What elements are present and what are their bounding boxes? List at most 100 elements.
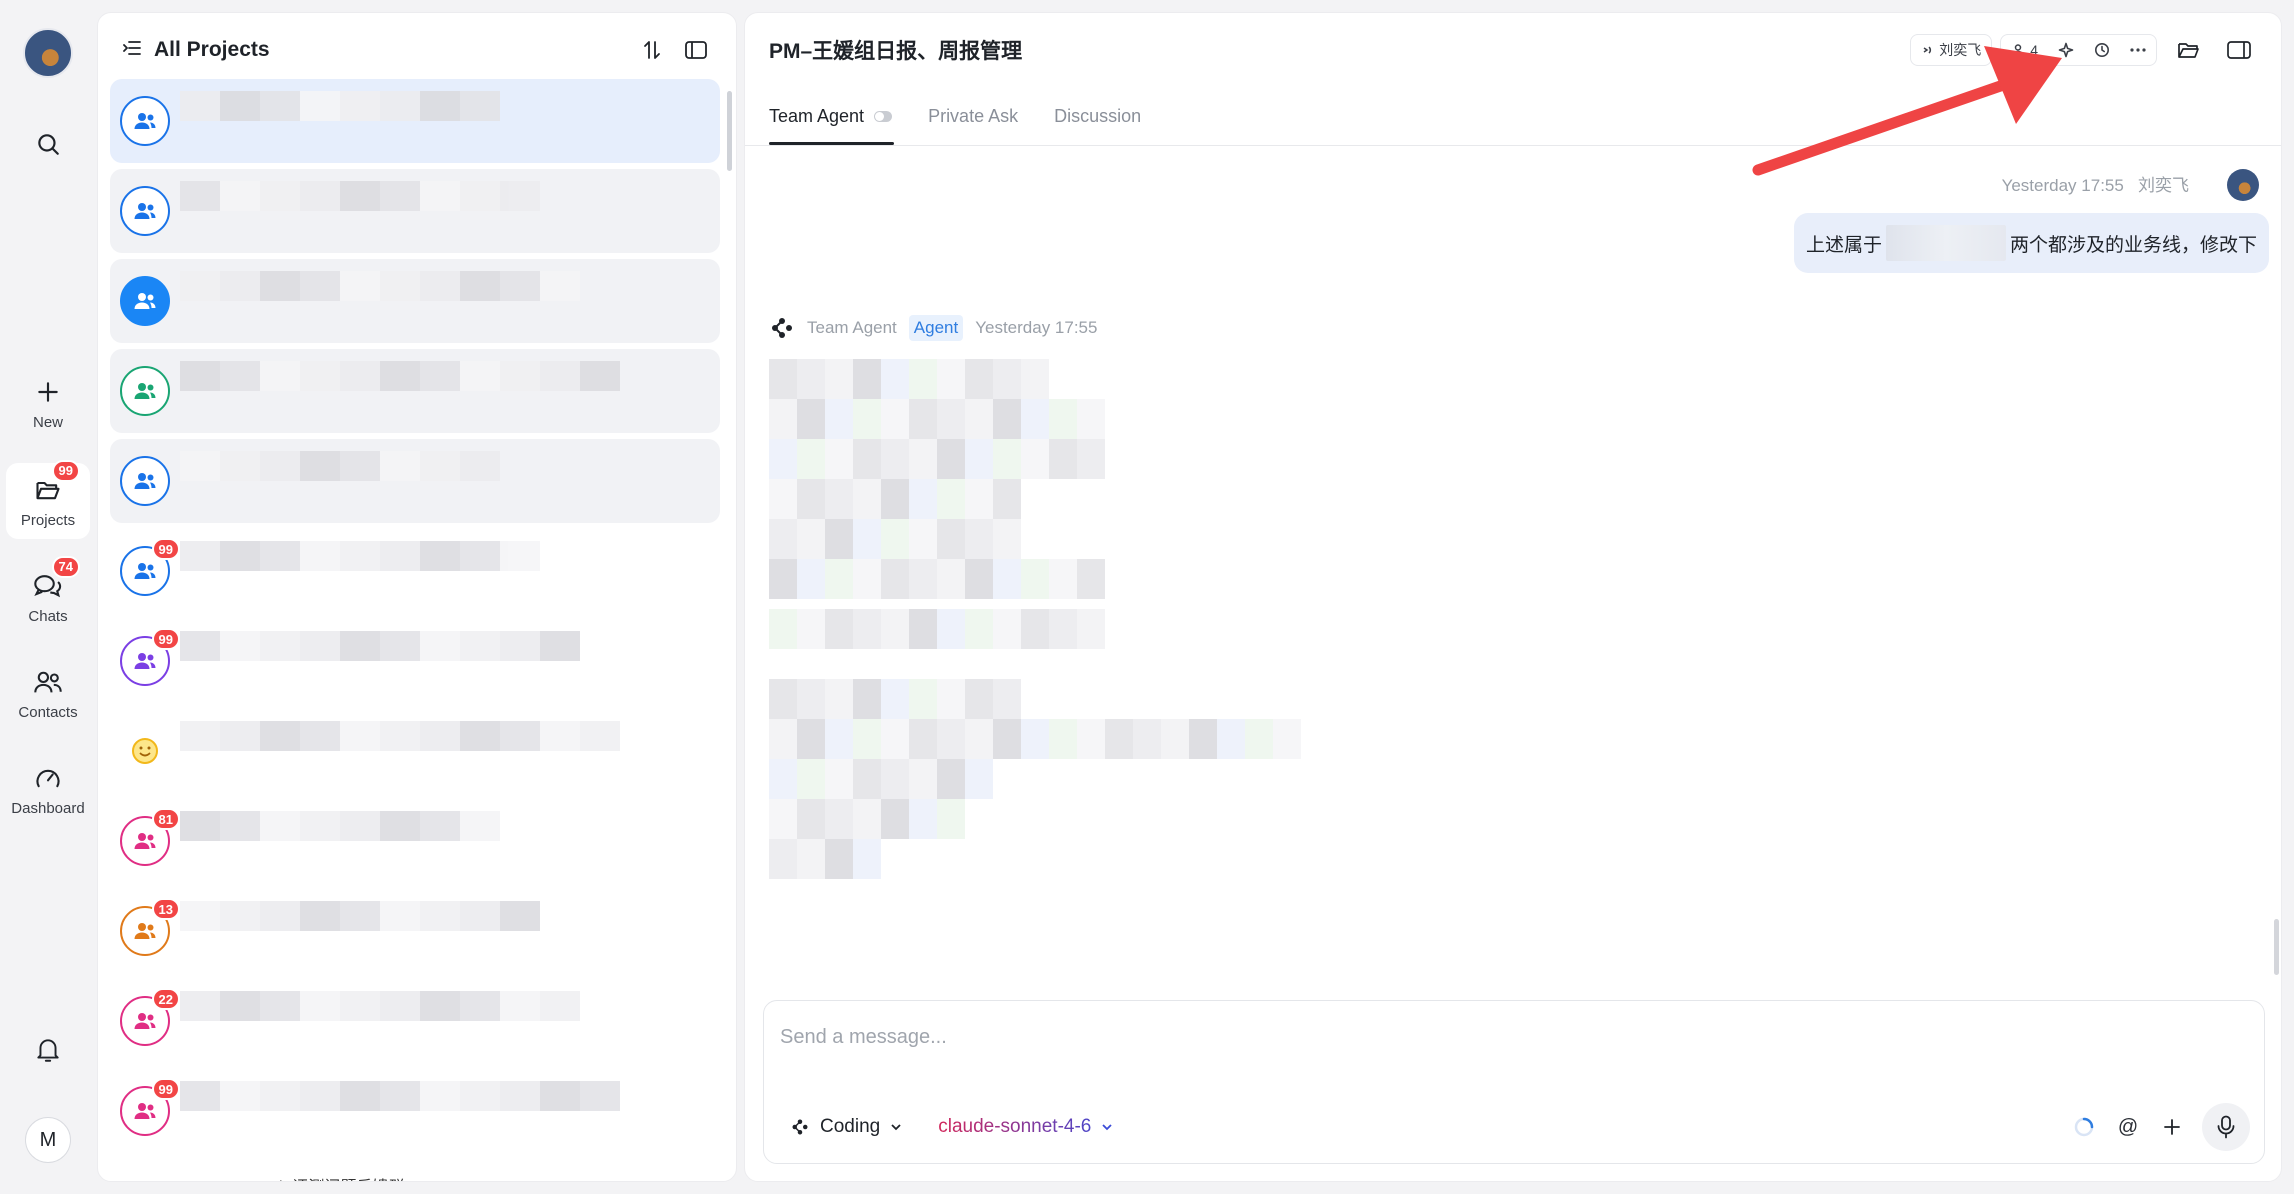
message-text-end: 两个都涉及的业务线，修改下 [2009,234,2257,256]
project-item[interactable]: 81 [110,799,720,883]
message-time: Yesterday 17:55 [2001,176,2124,195]
group-icon [134,203,156,219]
mention-button[interactable]: @ [2110,1109,2146,1145]
mode-label: Coding [820,1116,881,1137]
project-name-redacted [180,721,720,781]
model-selector[interactable]: claude-sonnet-4-6 [938,1116,1113,1138]
project-name-redacted [180,271,720,331]
chevron-down-icon [891,1124,901,1131]
agent-message-meta: Team Agent Agent Yesterday 17:55 [769,313,1097,343]
rail-item-projects[interactable]: 99 Projects [6,459,90,539]
history-button[interactable] [2084,34,2120,66]
list-collapse-icon[interactable] [122,39,142,62]
message-input[interactable] [780,1019,1980,1055]
projects-header: All Projects [98,13,736,87]
unread-badge: 99 [151,1078,180,1100]
project-item[interactable] [110,349,720,433]
rail-item-label: New [32,413,63,431]
agent-logo-icon [772,318,792,338]
rail-item-chats[interactable]: 74 Chats [6,555,90,635]
composer-toolbar: Coding claude-sonnet-4-6 @ [790,1103,2250,1151]
user-message-meta: Yesterday 17:55 刘奕飞 [2002,171,2189,196]
agent-toggle[interactable] [874,110,893,122]
user-avatar[interactable] [23,28,73,78]
agent-logo-icon [792,1119,808,1135]
project-item[interactable] [110,79,720,163]
group-icon [134,653,156,669]
chat-tabs: Team Agent Private Ask Discussion [769,87,1141,145]
project-item[interactable]: 99 [110,529,720,613]
group-avatar [120,186,170,236]
more-button[interactable] [2120,34,2156,66]
owner-name: 刘奕飞 [1939,42,1982,58]
project-item[interactable] [110,259,720,343]
panel-right-icon[interactable] [2221,34,2257,66]
group-icon [134,293,156,309]
profile-button[interactable]: M [25,1117,71,1163]
sparkle-button[interactable] [2048,34,2084,66]
tab-team-agent[interactable]: Team Agent [769,87,895,145]
tab-private-ask[interactable]: Private Ask [928,87,1018,145]
project-title: PM–王媛组日报、周报管理 [769,40,1023,63]
group-avatar [120,96,170,146]
project-name-redacted [180,631,720,691]
members-button[interactable]: 4 [2001,34,2048,66]
chat-header: PM–王媛组日报、周报管理 刘奕飞 4 [745,13,2281,87]
bell-icon[interactable] [28,1030,68,1070]
gauge-icon [32,762,64,794]
project-name-redacted [180,181,720,241]
project-item[interactable] [110,709,720,793]
unread-badge: 99 [151,538,180,560]
rail-item-new[interactable]: New [6,365,90,441]
mode-selector[interactable]: Coding [790,1116,902,1138]
group-icon [134,563,156,579]
chat-scrollbar[interactable] [2274,919,2279,975]
folder-open-icon: 99 [32,459,80,506]
unread-badge: 81 [151,808,180,830]
chevron-down-icon [1102,1124,1113,1131]
tab-discussion[interactable]: Discussion [1054,87,1141,145]
project-name-redacted [180,991,720,1051]
project-name-redacted [180,541,720,601]
group-icon [134,383,156,399]
sort-icon[interactable] [636,34,668,66]
chat-bubbles-icon: 74 [32,555,80,602]
project-list-scrollbar[interactable] [727,91,732,171]
person-icon [2012,44,2024,57]
tab-label: Discussion [1054,105,1142,126]
rail-item-label: Dashboard [11,799,85,817]
member-count: 4 [2030,42,2038,58]
project-name-partial: GP Web 评测问题反馈群 [228,1173,404,1181]
redacted-text [1885,225,2006,261]
sparkle-icon [2058,42,2074,58]
project-name-redacted [180,901,720,961]
microphone-icon [2217,1115,2235,1139]
project-item[interactable] [110,439,720,523]
loading-spinner-icon [2066,1109,2102,1145]
group-avatar [120,366,170,416]
agent-name: Team Agent [807,318,897,337]
search-icon[interactable] [28,124,68,164]
sidebar-toggle-icon[interactable] [680,34,712,66]
group-icon [134,113,156,129]
smiley-avatar [120,726,170,776]
project-item[interactable]: 22 [110,979,720,1063]
left-rail: New 99 Projects 74 Chats Contacts Dashbo… [0,0,96,1194]
project-name-redacted [180,91,720,151]
project-item[interactable]: 99 [110,619,720,703]
project-item[interactable]: 13 [110,889,720,973]
group-avatar: 13 [120,898,180,956]
project-item[interactable] [110,169,720,253]
folder-icon[interactable] [2171,34,2207,66]
voice-input-button[interactable] [2202,1103,2250,1151]
model-label: claude-sonnet-4-6 [938,1116,1092,1137]
rail-item-dashboard[interactable]: Dashboard [6,751,90,827]
rail-item-contacts[interactable]: Contacts [6,655,90,731]
owner-chip[interactable]: 刘奕飞 [1910,34,1993,66]
plus-icon [2164,1119,2180,1135]
agent-message-redacted [769,359,1579,959]
project-item[interactable]: 99 [110,1069,720,1153]
user-message-bubble: 上述属于 两个都涉及的业务线，修改下 [1793,213,2269,273]
add-attachment-button[interactable] [2154,1109,2190,1145]
avatar[interactable] [2227,169,2259,201]
